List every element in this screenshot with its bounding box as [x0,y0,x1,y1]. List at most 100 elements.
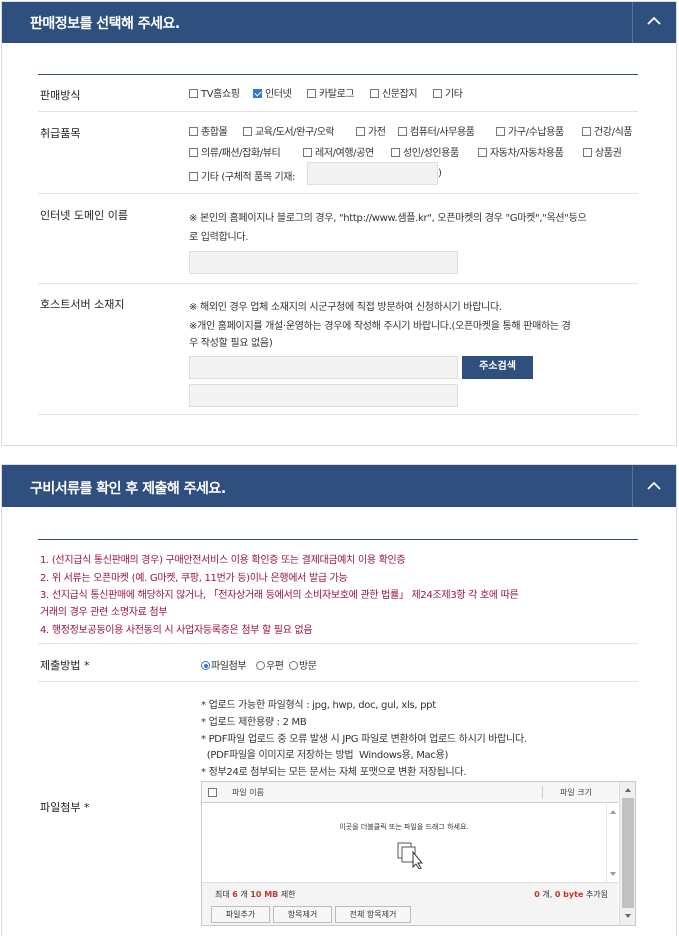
checkbox-checked[interactable] [253,89,262,98]
remove-all-button[interactable]: 전체 항목제거 [335,906,411,923]
drop-zone[interactable]: 이곳을 더블클릭 또는 파일을 드래그 하세요. [202,804,606,882]
row-divider [38,414,638,415]
checkbox[interactable] [189,127,198,136]
item-general-mall[interactable]: 종합몰 [189,123,228,138]
col-file-size: 파일 크기 [560,788,592,797]
radio[interactable] [256,661,265,670]
submit-method-visit[interactable]: 방문 [289,657,317,672]
item-health[interactable]: 건강/식품 [582,123,633,138]
scroll-up-icon [610,810,616,814]
sales-method-newspaper[interactable]: 신문잡지 [370,85,418,100]
uploader-buttons: 파일추가 항목제거 전체 항목제거 [202,903,618,925]
item-appliance[interactable]: 가전 [356,123,386,138]
domain-note-2: 로 입력합니다. [189,232,249,243]
checkbox[interactable] [496,127,505,136]
checkbox[interactable] [356,127,365,136]
checkbox[interactable] [189,172,198,181]
remove-item-button[interactable]: 항목제거 [273,906,332,923]
row-divider [38,643,638,644]
host-note-2: ※개인 홈페이지를 개설·운영하는 경우에 작성해 주시기 바랍니다.(오픈마켓… [189,321,571,332]
attach-guide-4: (PDF파일을 이미지로 저장하는 방법 Windows용, Mac용) [201,750,449,761]
section-rule [38,74,638,75]
checkbox[interactable] [303,148,312,157]
sales-method-label: 판매방식 [40,89,81,102]
items-label: 취급품목 [40,127,81,140]
select-all-checkbox[interactable] [208,788,217,797]
scroll-up-icon [625,788,631,792]
submit-method-mail[interactable]: 우편 [256,657,284,672]
drop-hint: 이곳을 더블클릭 또는 파일을 드래그 하세요. [339,823,469,831]
add-file-button[interactable]: 파일추가 [211,906,270,923]
address-search-button[interactable]: 주소검색 [462,356,533,379]
file-drag-icon [397,842,424,869]
upload-limit: 최대 6 개 10 MB 제한 [215,890,296,899]
radio-selected[interactable] [201,661,210,670]
host-label: 호스트서버 소재지 [40,298,125,311]
sales-method-catalog[interactable]: 카탈로그 [307,85,355,100]
sales-method-tv[interactable]: TV홈쇼핑 [189,85,240,100]
page-scrollbar[interactable] [619,782,635,925]
checkbox[interactable] [433,89,442,98]
domain-note-1: ※ 본인의 홈페이지나 블로그의 경우, "http://www.샘플.kr",… [189,213,587,224]
attach-guide-3: * PDF파일 업로드 중 오류 발생 시 JPG 파일로 변환하여 업로드 하… [201,734,527,745]
sales-method-internet[interactable]: 인터넷 [253,85,292,100]
file-uploader[interactable]: 파일 이름 파일 크기 이곳을 더블클릭 또는 파일을 드래그 하세요. 최대 … [201,781,636,926]
notice-3-cont: 거래의 경우 관련 소명자료 첨부 [40,607,168,618]
host-note-1: ※ 해외인 경우 업체 소재지의 시군구청에 직접 방문하여 신청하시기 바랍니… [189,302,502,313]
host-address-detail-input[interactable] [189,384,458,407]
checkbox[interactable] [398,127,407,136]
scroll-down-icon [625,914,631,918]
checkbox[interactable] [189,148,198,157]
item-leisure[interactable]: 레저/여행/공연 [303,144,374,159]
item-other-close: ) [438,168,442,179]
checkbox[interactable] [391,148,400,157]
checkbox[interactable] [307,89,316,98]
item-giftcard[interactable]: 상품권 [583,144,622,159]
uploader-status: 최대 6 개 10 MB 제한 0 개, 0 byte 추가됨 [202,882,618,903]
notice-2: 2. 위 서류는 오픈마켓 (예. G마켓, 쿠팡, 11번가 등)이나 은행에… [40,573,348,584]
item-automobile[interactable]: 자동차/자동차용품 [478,144,564,159]
item-computer[interactable]: 컴퓨터/사무용품 [398,123,475,138]
domain-input[interactable] [189,251,458,274]
attach-guide-1: * 업로드 가능한 파일형식 : jpg, hwp, doc, gul, xls… [201,700,436,711]
attach-guide-5: * 정부24로 첨부되는 모든 문서는 자체 포맷으로 변환 저장됩니다. [201,767,467,778]
row-divider [38,681,638,682]
row-divider [38,193,638,194]
documents-title: 구비서류를 확인 후 제출해 주세요. [30,481,226,497]
attach-guide-2: * 업로드 제한용량 : 2 MB [201,717,307,728]
item-education[interactable]: 교육/도서/완구/오락 [243,123,335,138]
checkbox[interactable] [582,127,591,136]
submit-method-file[interactable]: 파일첨부 [201,657,247,672]
checkbox[interactable] [478,148,487,157]
sales-info-title: 판매정보를 선택해 주세요. [30,16,180,32]
documents-header: 구비서류를 확인 후 제출해 주세요. [2,465,676,507]
item-fashion[interactable]: 의류/패션/잡화/뷰티 [189,144,281,159]
chevron-up-icon [647,16,661,25]
item-other-input[interactable] [307,162,438,185]
uploader-header: 파일 이름 파일 크기 [202,782,618,803]
host-note-3: 우 작성할 필요 없음) [189,338,273,349]
checkbox[interactable] [189,89,198,98]
notice-1: 1. (선지급식 통신판매의 경우) 구매안전서비스 이용 확인증 또는 결제대… [40,555,406,566]
checkbox[interactable] [243,127,252,136]
row-divider [38,111,638,112]
attach-label: 파일첨부 * [40,801,90,814]
radio[interactable] [289,661,298,670]
sales-info-header: 판매정보를 선택해 주세요. [2,2,676,43]
checkbox[interactable] [370,89,379,98]
list-scrollbar[interactable] [606,804,618,882]
sales-method-other[interactable]: 기타 [433,85,463,100]
scroll-down-icon [610,872,616,876]
scroll-thumb[interactable] [622,798,634,908]
item-other[interactable]: 기타 (구체적 품목 기재: [189,168,295,183]
collapse-toggle[interactable] [632,2,676,43]
checkbox[interactable] [583,148,592,157]
col-divider [542,786,543,799]
host-address-input[interactable] [189,356,458,379]
upload-added: 0 개, 0 byte 추가됨 [534,890,608,899]
notice-3: 3. 선지급식 통신판매에 해당하지 않거나, 「전자상거래 등에서의 소비자보… [40,590,519,601]
collapse-toggle[interactable] [632,465,676,507]
item-adult[interactable]: 성인/성인용품 [391,144,459,159]
item-furniture[interactable]: 가구/수납용품 [496,123,564,138]
submit-method-label: 제출방법 * [40,659,90,672]
